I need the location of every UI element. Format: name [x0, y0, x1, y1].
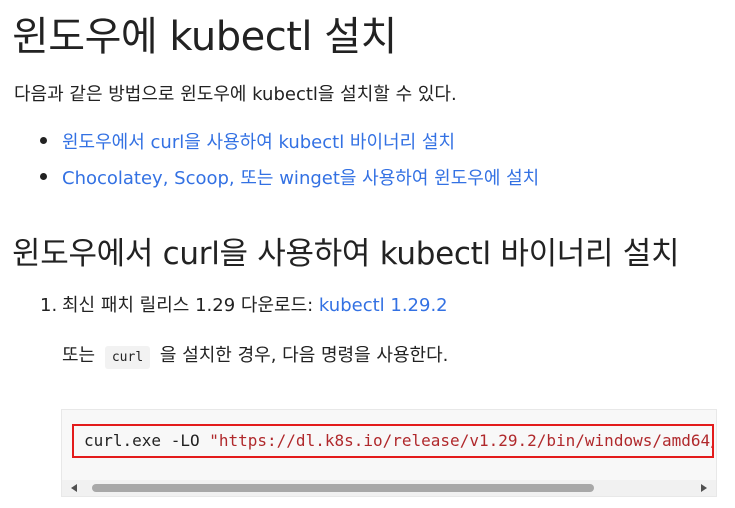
section-heading: 윈도우에서 curl을 사용하여 kubectl 바이너리 설치 [12, 236, 680, 272]
note-suffix: 을 설치한 경우, 다음 명령을 사용한다. [159, 345, 449, 366]
toc-item: Chocolatey, Scoop, 또는 winget을 사용하여 윈도우에 … [40, 164, 539, 200]
bullet-icon [40, 137, 47, 144]
curl-note: 또는 curl 을 설치한 경우, 다음 명령을 사용한다. [62, 341, 449, 369]
horizontal-scrollbar[interactable] [62, 480, 716, 496]
step-number: 1. [40, 295, 58, 316]
table-of-contents: 윈도우에서 curl을 사용하여 kubectl 바이너리 설치 Chocola… [40, 128, 539, 200]
kubectl-download-link[interactable]: kubectl 1.29.2 [319, 295, 448, 316]
note-prefix: 또는 [62, 345, 96, 366]
command-text: curl.exe -LO [84, 431, 210, 450]
url-string: "https://dl.k8s.io/release/v1.29.2/bin/w… [209, 431, 712, 450]
toc-link-curl[interactable]: 윈도우에서 curl을 사용하여 kubectl 바이너리 설치 [62, 132, 455, 153]
step-1: 1. 최신 패치 릴리스 1.29 다운로드: kubectl 1.29.2 [40, 291, 448, 317]
code-block: curl.exe -LO "https://dl.k8s.io/release/… [61, 409, 717, 497]
intro-text: 다음과 같은 방법으로 윈도우에 kubectl을 설치할 수 있다. [14, 84, 457, 105]
step-text: 최신 패치 릴리스 1.29 다운로드: [62, 295, 319, 316]
scroll-right-icon[interactable] [701, 484, 707, 492]
toc-item: 윈도우에서 curl을 사용하여 kubectl 바이너리 설치 [40, 128, 539, 164]
inline-code-curl: curl [104, 346, 151, 369]
highlighted-command[interactable]: curl.exe -LO "https://dl.k8s.io/release/… [72, 424, 714, 458]
scroll-left-icon[interactable] [71, 484, 77, 492]
toc-link-package-managers[interactable]: Chocolatey, Scoop, 또는 winget을 사용하여 윈도우에 … [62, 168, 539, 189]
bullet-icon [40, 173, 47, 180]
page-title: 윈도우에 kubectl 설치 [12, 14, 397, 60]
scroll-thumb[interactable] [92, 484, 594, 492]
